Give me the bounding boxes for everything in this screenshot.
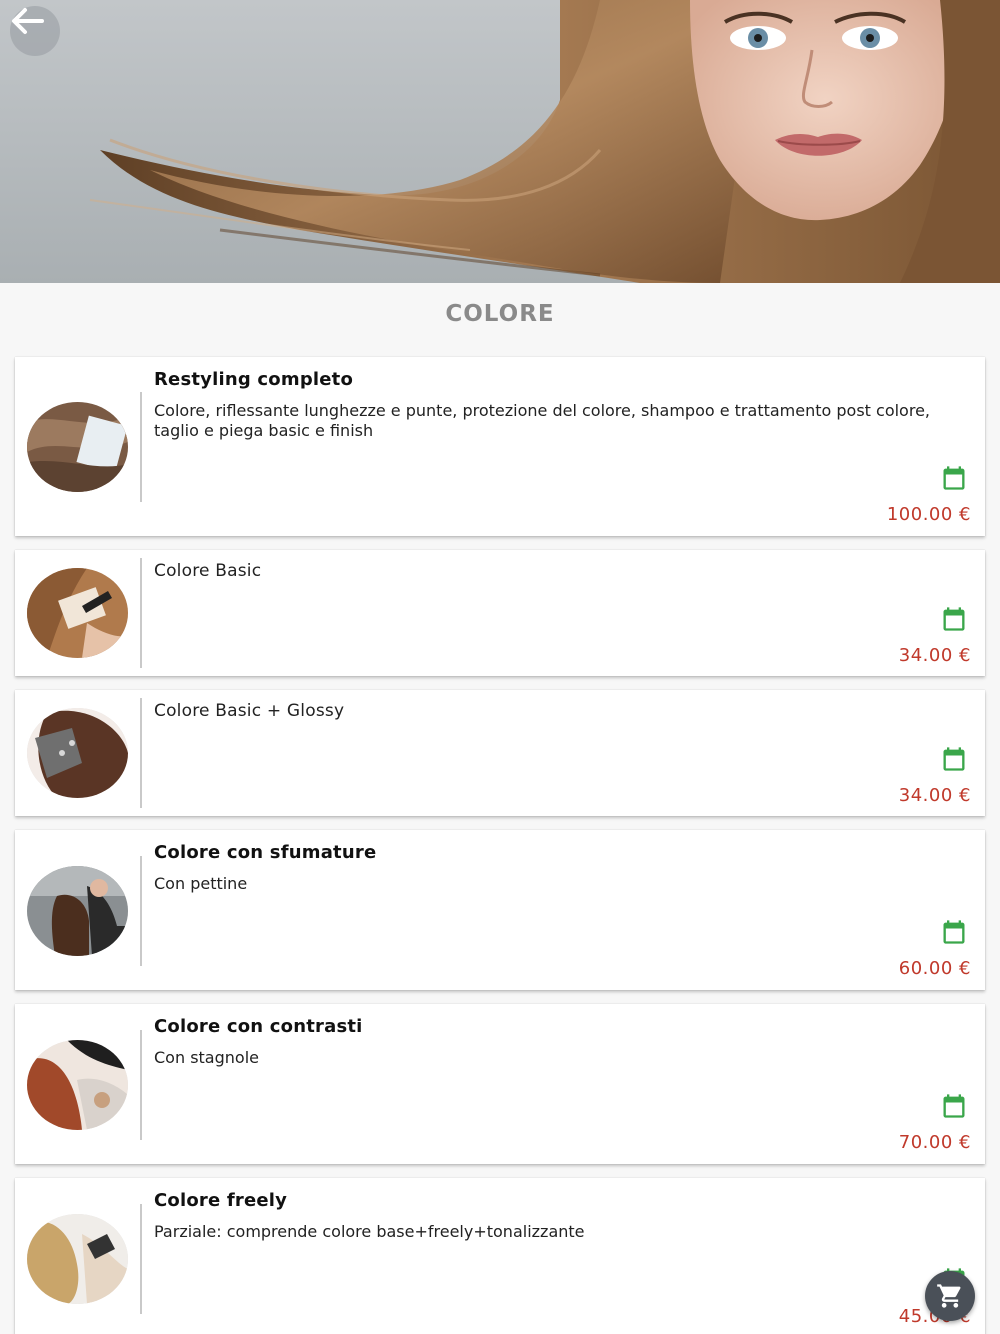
card-divider — [140, 856, 142, 966]
service-price: 70.00 € — [898, 1132, 971, 1153]
card-divider — [140, 1204, 142, 1314]
calendar-icon[interactable] — [940, 918, 968, 946]
card-divider — [140, 392, 142, 502]
section-title: COLORE — [445, 301, 555, 327]
service-list-screen: COLORE Restyling completo Colore, rifles… — [0, 0, 1000, 1334]
card-divider — [140, 558, 142, 668]
service-title: Colore Basic + Glossy — [154, 701, 345, 721]
service-description: Con pettine — [154, 874, 248, 893]
card-divider — [140, 698, 142, 808]
calendar-icon[interactable] — [940, 1092, 968, 1120]
arrow-left-icon — [12, 8, 44, 34]
service-title: Restyling completo — [154, 369, 354, 390]
service-description: Parziale: comprende colore base+freely+t… — [154, 1222, 585, 1241]
service-description: Con stagnole — [154, 1048, 259, 1067]
service-card[interactable]: Colore freely Parziale: comprende colore… — [15, 1178, 985, 1334]
service-card[interactable]: Colore con sfumature Con pettine 60.00 € — [15, 830, 985, 990]
hero-image — [89, 0, 1000, 283]
calendar-icon[interactable] — [940, 605, 968, 633]
service-title: Colore con sfumature — [154, 842, 377, 863]
service-card[interactable]: Colore Basic + Glossy 34.00 € — [15, 690, 985, 816]
card-divider — [140, 1030, 142, 1140]
calendar-icon[interactable] — [940, 464, 968, 492]
service-thumbnail — [27, 1214, 128, 1304]
calendar-icon[interactable] — [940, 745, 968, 773]
service-title: Colore Basic — [154, 561, 262, 581]
service-price: 34.00 € — [898, 785, 971, 806]
service-price: 100.00 € — [886, 504, 971, 525]
service-thumbnail — [27, 568, 128, 658]
service-description: Colore, riflessante lunghezze e punte, p… — [154, 401, 930, 440]
cart-button[interactable] — [925, 1271, 975, 1321]
back-button[interactable] — [10, 6, 60, 56]
service-thumbnail — [27, 866, 128, 956]
service-card[interactable]: Colore con contrasti Con stagnole 70.00 … — [15, 1004, 985, 1164]
service-price: 34.00 € — [898, 645, 971, 666]
hero-banner — [0, 0, 1000, 283]
service-thumbnail — [27, 1040, 128, 1130]
service-title: Colore freely — [154, 1190, 288, 1211]
service-price: 60.00 € — [898, 958, 971, 979]
service-card[interactable]: Restyling completo Colore, riflessante l… — [15, 357, 985, 536]
service-title: Colore con contrasti — [154, 1016, 363, 1037]
service-card[interactable]: Colore Basic 34.00 € — [15, 550, 985, 676]
service-thumbnail — [27, 708, 128, 798]
service-thumbnail — [27, 402, 128, 492]
cart-icon — [937, 1284, 961, 1308]
service-list: Restyling completo Colore, riflessante l… — [15, 357, 985, 1334]
